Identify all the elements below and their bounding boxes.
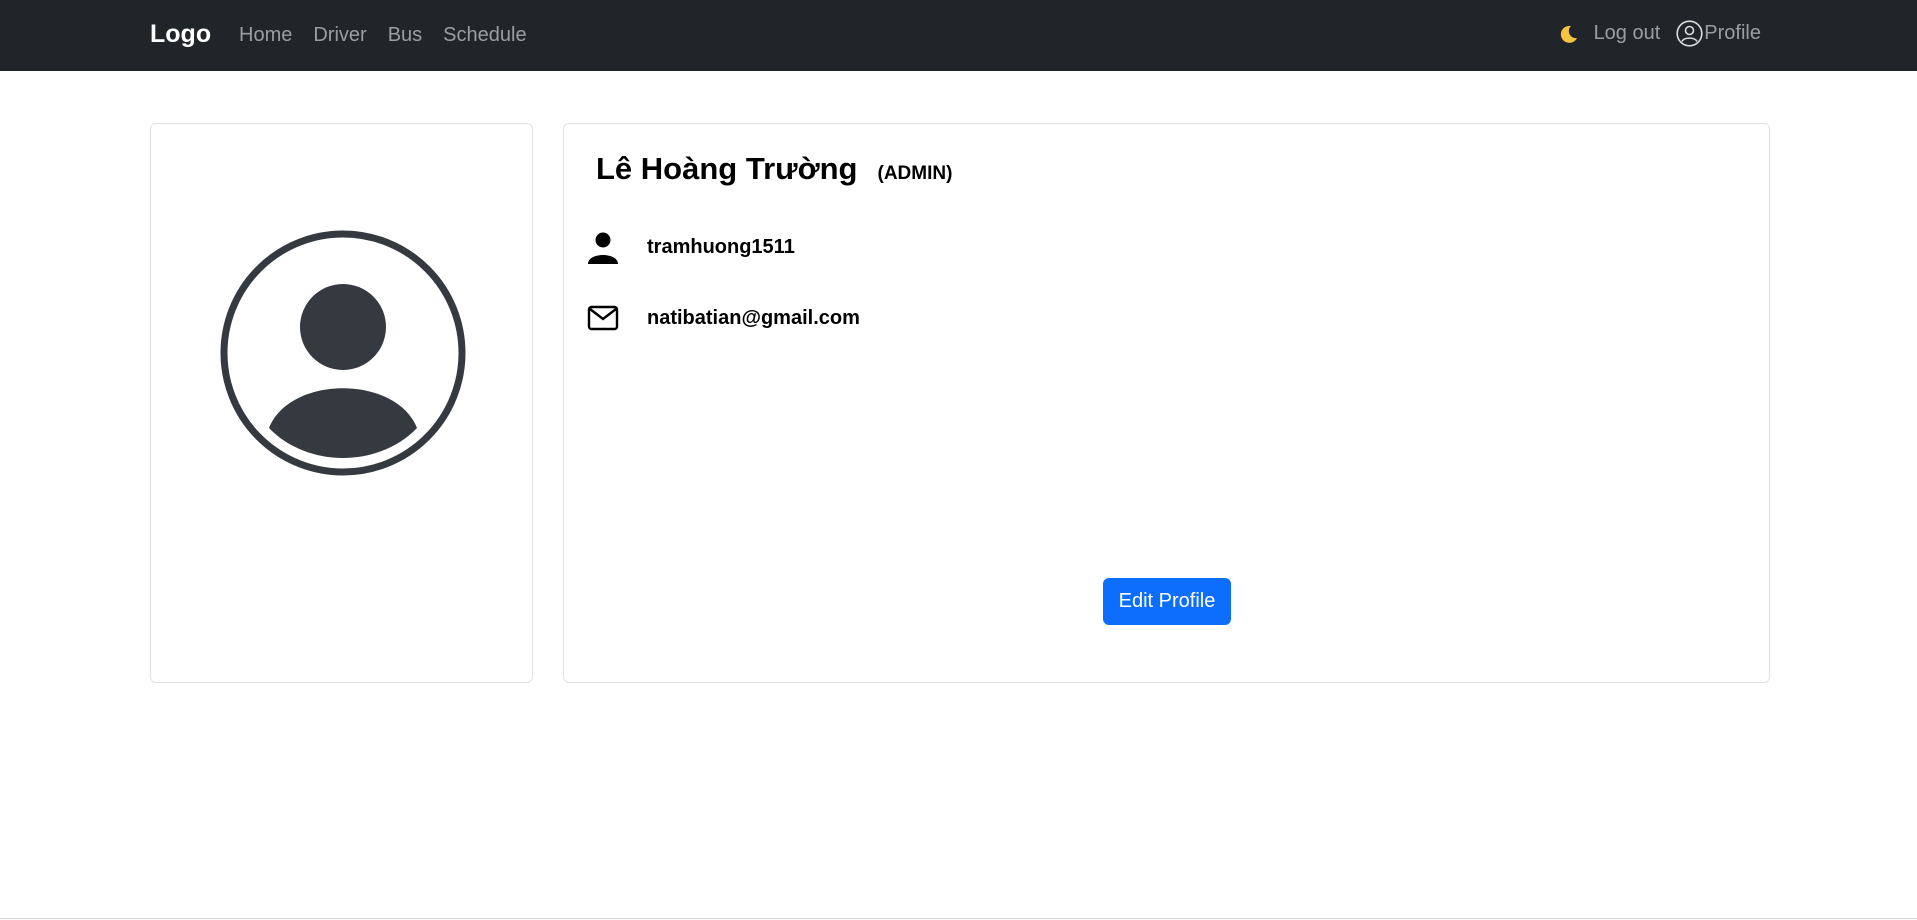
nav-link-home[interactable]: Home	[239, 24, 292, 47]
profile-card: Lê Hoàng Trường (ADMIN) tramhuong1511 na…	[563, 123, 1770, 683]
role-badge: (ADMIN)	[877, 163, 953, 184]
page-bottom-divider	[0, 918, 1917, 919]
brand-logo[interactable]: Logo	[150, 20, 211, 49]
navbar: Logo Home Driver Bus Schedule Log out Pr…	[0, 0, 1917, 71]
nav-link-driver[interactable]: Driver	[313, 24, 366, 47]
edit-profile-button[interactable]: Edit Profile	[1103, 578, 1231, 625]
email-row: natibatian@gmail.com	[586, 301, 860, 335]
name-row: Lê Hoàng Trường (ADMIN)	[596, 151, 952, 187]
user-circle-icon	[1676, 20, 1703, 47]
logout-link[interactable]: Log out	[1594, 22, 1661, 45]
username-row: tramhuong1511	[586, 230, 795, 264]
profile-name: Lê Hoàng Trường	[596, 151, 858, 186]
nav-link-schedule[interactable]: Schedule	[443, 24, 526, 47]
moon-icon[interactable]	[1556, 22, 1580, 46]
nav-link-bus[interactable]: Bus	[388, 24, 422, 47]
envelope-icon	[586, 301, 620, 335]
avatar-icon	[220, 230, 466, 476]
profile-label: Profile	[1704, 22, 1761, 44]
nav-links: Home Driver Bus Schedule	[239, 24, 527, 47]
nav-right: Log out Profile	[1556, 20, 1761, 47]
username-text: tramhuong1511	[647, 235, 795, 258]
avatar-card	[150, 123, 533, 683]
profile-link[interactable]: Profile	[1676, 20, 1761, 47]
person-icon	[586, 230, 620, 264]
email-text: natibatian@gmail.com	[647, 306, 860, 329]
